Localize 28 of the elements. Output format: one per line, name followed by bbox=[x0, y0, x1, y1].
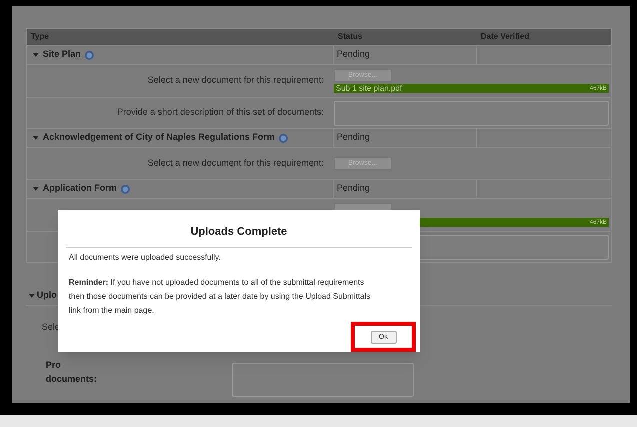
description-field[interactable] bbox=[232, 362, 414, 396]
dialog-reminder: Reminder: If you have not uploaded documents to all of the submittal requirements then those documents can be provided at a later date by using the Upload Submittals link from the main page. bbox=[69, 276, 372, 317]
caret-icon[interactable] bbox=[33, 53, 39, 57]
help-icon[interactable] bbox=[85, 50, 94, 60]
dialog-title: Uploads Complete bbox=[66, 210, 412, 248]
column-header: Date Verified bbox=[480, 31, 530, 43]
help-icon[interactable] bbox=[279, 134, 288, 142]
field-label: Select a new document for this requirement: bbox=[148, 74, 324, 88]
field-label: Pro bbox=[46, 358, 62, 372]
section-title: Uplo bbox=[37, 289, 57, 302]
caret-icon[interactable] bbox=[33, 136, 39, 140]
help-icon[interactable] bbox=[121, 184, 130, 194]
caret-icon[interactable] bbox=[29, 294, 35, 298]
requirement-name: Acknowledgement of City of Naples Regulations Form bbox=[43, 131, 276, 144]
file-name: Sub 1 site plan.pdf bbox=[336, 84, 402, 92]
field-label: Select a new document for this requirement: bbox=[148, 156, 324, 170]
status-text: Pending bbox=[337, 131, 370, 144]
dialog-message: All documents were uploaded successfully. bbox=[69, 252, 222, 264]
requirement-name: Application Form bbox=[43, 182, 117, 196]
field-label: Provide a short description of this set of documents: bbox=[117, 106, 324, 120]
field-label: documents: bbox=[46, 372, 98, 386]
description-field[interactable] bbox=[334, 100, 609, 126]
status-text: Pending bbox=[337, 48, 370, 62]
caret-icon[interactable] bbox=[33, 187, 39, 191]
column-header: Status bbox=[337, 31, 364, 43]
requirement-name: Site Plan bbox=[43, 48, 82, 62]
status-text: Pending bbox=[337, 182, 370, 196]
column-header: Type bbox=[30, 31, 50, 43]
